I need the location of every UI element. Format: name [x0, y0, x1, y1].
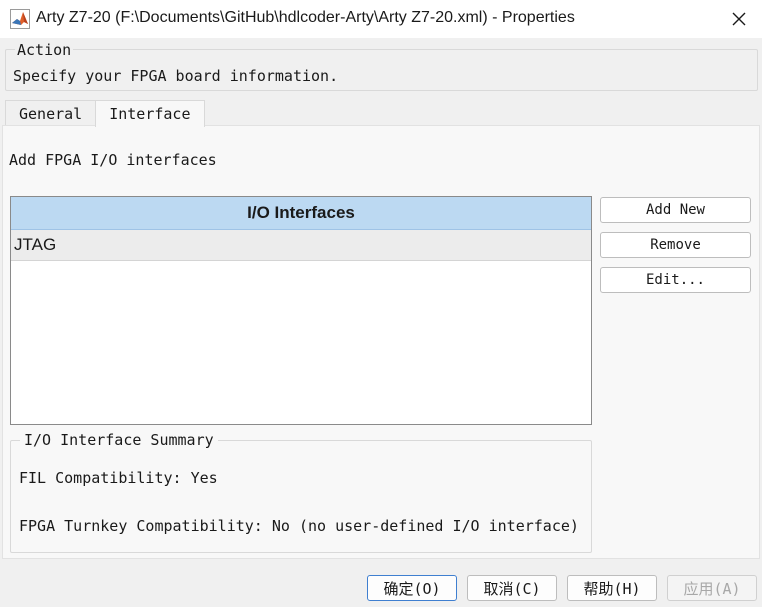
turnkey-compatibility-text: FPGA Turnkey Compatibility: No (no user-…	[19, 517, 579, 535]
panel-description: Add FPGA I/O interfaces	[9, 151, 217, 169]
help-button[interactable]: 帮助(H)	[567, 575, 657, 601]
table-row[interactable]: JTAG	[11, 230, 591, 261]
dialog-body: Action Specify your FPGA board informati…	[0, 38, 762, 607]
add-new-button[interactable]: Add New	[600, 197, 751, 223]
io-interfaces-table[interactable]: I/O Interfaces JTAG	[10, 196, 592, 425]
remove-button[interactable]: Remove	[600, 232, 751, 258]
edit-button[interactable]: Edit...	[600, 267, 751, 293]
apply-button[interactable]: 应用(A)	[667, 575, 757, 601]
action-group: Action Specify your FPGA board informati…	[5, 41, 758, 91]
tab-general[interactable]: General	[5, 100, 97, 126]
cancel-button[interactable]: 取消(C)	[467, 575, 557, 601]
io-summary-group: I/O Interface Summary FIL Compatibility:…	[10, 431, 592, 553]
interface-panel: Add FPGA I/O interfaces I/O Interfaces J…	[2, 125, 760, 559]
tab-interface[interactable]: Interface	[95, 100, 205, 127]
summary-legend: I/O Interface Summary	[20, 431, 218, 449]
action-legend: Action	[15, 41, 74, 59]
table-header: I/O Interfaces	[11, 197, 591, 230]
close-button[interactable]	[716, 0, 762, 38]
fil-compatibility-text: FIL Compatibility: Yes	[19, 469, 218, 487]
tab-strip: General Interface	[5, 100, 205, 127]
matlab-logo-icon	[10, 9, 30, 29]
ok-button[interactable]: 确定(O)	[367, 575, 457, 601]
title-bar: Arty Z7-20 (F:\Documents\GitHub\hdlcoder…	[0, 0, 762, 38]
action-description: Specify your FPGA board information.	[13, 67, 339, 85]
close-icon	[732, 12, 746, 26]
window-title: Arty Z7-20 (F:\Documents\GitHub\hdlcoder…	[36, 9, 575, 26]
